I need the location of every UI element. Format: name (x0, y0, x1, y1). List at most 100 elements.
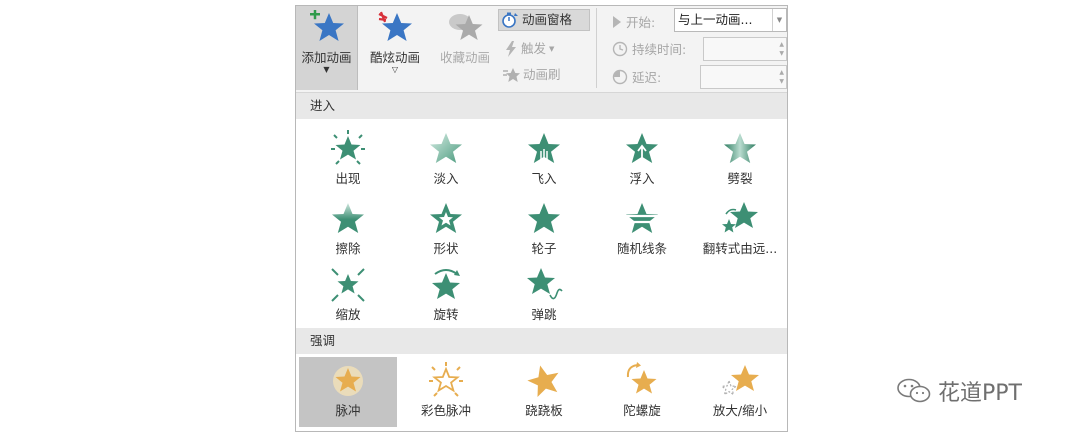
clock-icon (612, 41, 628, 56)
add-animation-label: 添加动画 (301, 50, 352, 65)
delay-spinner[interactable]: ▲ ▼ (700, 65, 787, 89)
animation-painter-button[interactable]: 动画刷 (502, 64, 561, 86)
watermark: 花道PPT (896, 375, 1022, 407)
grow-shrink-icon (720, 365, 759, 396)
split-icon (724, 133, 756, 163)
add-star-icon (309, 10, 344, 41)
lightning-icon (506, 41, 516, 57)
effect-label: 弹跳 (531, 307, 557, 322)
effect-flip-far[interactable]: 翻转式由远... (691, 195, 789, 261)
cool-star-icon (378, 11, 412, 41)
effect-label: 擦除 (335, 241, 361, 256)
trigger-button[interactable]: 触发 ▼ (504, 38, 554, 60)
emphasis-section-header: 强调 (296, 328, 787, 354)
start-value: 与上一动画... (678, 12, 753, 27)
effect-label: 放大/缩小 (712, 403, 768, 418)
watermark-text: 花道PPT (938, 381, 1022, 406)
effect-pulse[interactable]: 脉冲 (299, 357, 397, 427)
flip-icon (722, 202, 758, 233)
duration-label-text: 持续时间: (632, 42, 687, 57)
effect-label: 脉冲 (335, 403, 361, 418)
effect-label: 翻转式由远... (702, 241, 778, 256)
delay-label-text: 延迟: (632, 70, 662, 85)
effect-label: 淡入 (433, 171, 459, 186)
teeter-icon (527, 365, 559, 398)
effect-teeter[interactable]: 跷跷板 (495, 357, 593, 427)
effect-grow-shrink[interactable]: 放大/缩小 (691, 357, 789, 427)
stopwatch-icon (502, 12, 518, 28)
trigger-label: 触发 (521, 41, 547, 56)
effect-shape[interactable]: 形状 (397, 195, 495, 261)
effect-label: 轮子 (531, 241, 557, 256)
effect-label: 随机线条 (616, 241, 667, 256)
chevron-down-icon[interactable]: ▼ (772, 9, 786, 31)
animation-ribbon-window: 添加动画 ▼ 酷炫动画 ▽ 收藏动画 动画窗格 触发 ▼ 动画刷 开始: 与上一… (295, 5, 788, 432)
effect-appear[interactable]: 出现 (299, 125, 397, 191)
effect-label: 陀螺旋 (623, 403, 661, 418)
effect-fly-in[interactable]: 飞入 (495, 125, 593, 191)
effect-label: 缩放 (335, 307, 361, 322)
wechat-icon (897, 378, 931, 403)
fly-in-icon (528, 133, 560, 167)
start-label: 开始: (612, 12, 655, 31)
effect-wheel[interactable]: 轮子 (495, 195, 593, 261)
effect-label: 旋转 (433, 307, 459, 322)
zoom-icon (331, 268, 365, 302)
color-pulse-icon (429, 362, 463, 397)
effect-label: 彩色脉冲 (420, 403, 471, 418)
effect-float-in[interactable]: 浮入 (593, 125, 691, 191)
effect-wipe[interactable]: 擦除 (299, 195, 397, 261)
effect-bounce[interactable]: 弹跳 (495, 261, 593, 327)
wheel-icon (528, 203, 560, 233)
chevron-down-icon: ▼ (323, 65, 330, 74)
effect-spin[interactable]: 旋转 (397, 261, 495, 327)
bounce-icon (527, 268, 563, 300)
effect-label: 形状 (433, 241, 459, 256)
spin-icon (432, 269, 460, 299)
start-label-text: 开始: (626, 15, 656, 30)
float-in-icon (626, 133, 658, 163)
effect-label: 浮入 (629, 171, 655, 186)
effect-label: 出现 (335, 171, 361, 186)
animation-pane-button[interactable]: 动画窗格 (498, 9, 590, 31)
spinner-icon (626, 362, 657, 394)
chevron-down-icon: ▽ (391, 65, 399, 74)
effect-label: 劈裂 (727, 171, 753, 186)
shape-icon (430, 203, 462, 233)
effect-spinner[interactable]: 陀螺旋 (593, 357, 691, 427)
effect-random-bars[interactable]: 随机线条 (593, 195, 691, 261)
cool-animation-label: 酷炫动画 (369, 50, 420, 65)
painter-star-icon (503, 68, 520, 82)
effect-label: 飞入 (531, 171, 557, 186)
random-bars-icon (625, 203, 659, 233)
favorite-animation-button[interactable]: 收藏动画 (432, 6, 498, 90)
spin-down-icon[interactable]: ▼ (779, 78, 784, 86)
pulse-icon (333, 366, 363, 396)
animation-painter-label: 动画刷 (523, 67, 561, 82)
favorite-animation-label: 收藏动画 (439, 50, 490, 65)
spin-up-icon[interactable]: ▲ (779, 69, 784, 77)
effect-fade[interactable]: 淡入 (397, 125, 495, 191)
duration-spinner[interactable]: ▲ ▼ (703, 37, 787, 61)
chevron-down-icon: ▼ (549, 45, 555, 53)
favorite-star-icon (449, 14, 483, 40)
wipe-icon (332, 203, 364, 233)
animation-ribbon: 添加动画 ▼ 酷炫动画 ▽ 收藏动画 动画窗格 触发 ▼ 动画刷 开始: 与上一… (296, 6, 787, 93)
start-dropdown[interactable]: 与上一动画... ▼ (674, 8, 787, 32)
delay-label: 延迟: (612, 67, 661, 86)
cool-animation-button[interactable]: 酷炫动画 ▽ (364, 6, 426, 90)
spin-down-icon[interactable]: ▼ (779, 50, 784, 58)
effect-zoom[interactable]: 缩放 (299, 261, 397, 327)
effect-label: 跷跷板 (525, 403, 563, 418)
duration-label: 持续时间: (612, 39, 686, 58)
add-animation-button[interactable]: 添加动画 ▼ (296, 6, 358, 90)
effect-color-pulse[interactable]: 彩色脉冲 (397, 357, 495, 427)
ribbon-divider (596, 8, 597, 88)
enter-section-header: 进入 (296, 93, 787, 119)
spin-up-icon[interactable]: ▲ (779, 41, 784, 49)
play-icon (613, 15, 621, 28)
effect-split[interactable]: 劈裂 (691, 125, 789, 191)
delay-clock-icon (612, 69, 628, 84)
animation-pane-label: 动画窗格 (522, 12, 573, 27)
appear-icon (331, 130, 365, 165)
